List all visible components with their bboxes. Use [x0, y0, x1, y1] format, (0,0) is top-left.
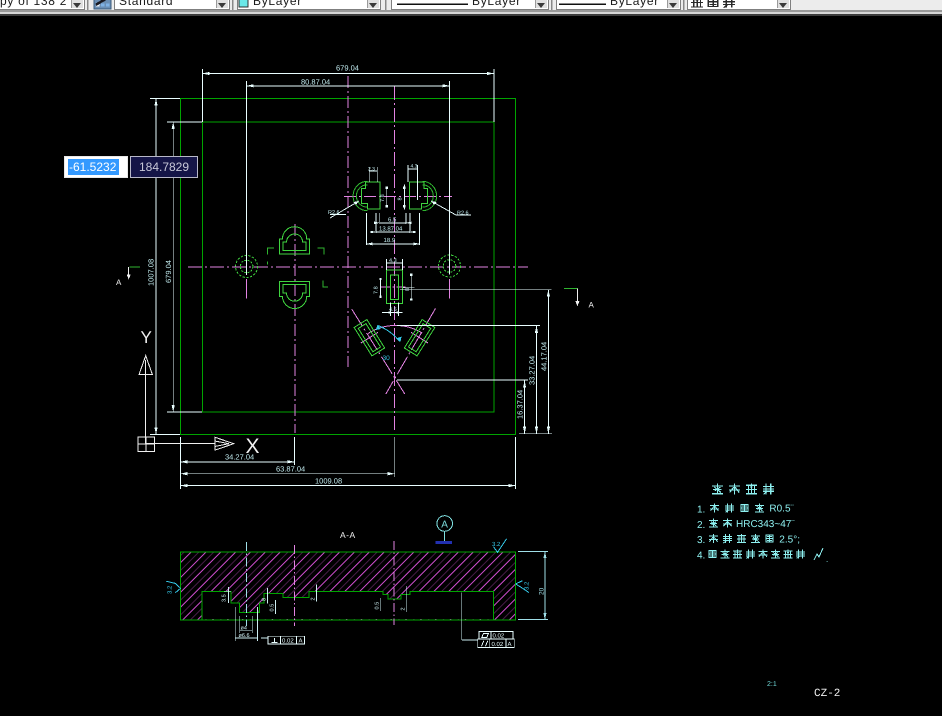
svg-text:2: 2	[311, 597, 317, 600]
svg-text:3.2: 3.2	[492, 541, 501, 548]
svg-text:0.5: 0.5	[270, 604, 276, 612]
svg-text:8: 8	[262, 598, 268, 601]
svg-text:8: 8	[405, 288, 411, 291]
svg-text:679.04: 679.04	[164, 260, 173, 283]
svg-text:1009.08: 1009.08	[315, 477, 342, 486]
svg-text:4.: 4.	[697, 550, 705, 561]
svg-text:A: A	[441, 520, 448, 531]
svg-text:ø4: ø4	[241, 626, 247, 632]
svg-text:44.17.04: 44.17.04	[540, 342, 549, 371]
svg-text:30: 30	[383, 355, 391, 362]
svg-text:34.27.04: 34.27.04	[225, 453, 254, 462]
svg-text:4.5: 4.5	[389, 307, 397, 313]
svg-text:ø6.6: ø6.6	[239, 633, 250, 639]
svg-text:2.: 2.	[697, 520, 705, 531]
svg-text:R2.6: R2.6	[457, 211, 469, 217]
svg-text:0.5: 0.5	[375, 602, 381, 610]
svg-text:16.37.04: 16.37.04	[516, 390, 525, 419]
svg-text:3.2: 3.2	[524, 581, 531, 590]
svg-text:Y: Y	[141, 328, 152, 347]
svg-text:3.2: 3.2	[167, 585, 174, 594]
svg-text:3.: 3.	[697, 535, 705, 546]
svg-text:2:1: 2:1	[767, 681, 777, 688]
svg-text:6.5: 6.5	[388, 217, 397, 224]
svg-text:2: 2	[401, 607, 407, 610]
svg-text:R0.5¨: R0.5¨	[769, 504, 793, 515]
svg-text:63.87.04: 63.87.04	[276, 465, 305, 474]
svg-text:80.87.04: 80.87.04	[301, 78, 330, 87]
svg-text:A: A	[116, 278, 122, 287]
svg-text:1.: 1.	[697, 504, 705, 515]
svg-text:HRC343~47¨: HRC343~47¨	[736, 519, 795, 530]
svg-text:2.5°;: 2.5°;	[779, 534, 800, 545]
svg-text:A: A	[299, 638, 303, 645]
svg-text:4.3: 4.3	[411, 164, 418, 170]
svg-text:0.02: 0.02	[493, 633, 505, 640]
svg-text:0.02: 0.02	[492, 641, 504, 648]
svg-text:4.3: 4.3	[389, 258, 397, 264]
svg-text:7.8: 7.8	[374, 286, 380, 294]
svg-text:7.8: 7.8	[380, 194, 386, 202]
svg-text:20: 20	[539, 587, 546, 595]
svg-text:0.02: 0.02	[282, 638, 294, 645]
svg-text:A: A	[589, 301, 595, 310]
svg-text:R2.6: R2.6	[328, 210, 340, 216]
svg-text:18.9: 18.9	[384, 237, 396, 244]
svg-text:A-A: A-A	[340, 530, 356, 540]
svg-text:A: A	[508, 641, 512, 648]
svg-text:1007.08: 1007.08	[147, 259, 156, 286]
svg-text:8: 8	[398, 197, 404, 200]
svg-text:13.87.04: 13.87.04	[379, 226, 403, 233]
svg-text:3.5: 3.5	[222, 594, 228, 602]
svg-text:CZ-2: CZ-2	[814, 688, 840, 700]
svg-text:33.27.04: 33.27.04	[528, 356, 537, 385]
svg-text:.: .	[826, 555, 828, 564]
svg-text:679.04: 679.04	[336, 64, 359, 73]
svg-text:2.3: 2.3	[368, 167, 375, 173]
